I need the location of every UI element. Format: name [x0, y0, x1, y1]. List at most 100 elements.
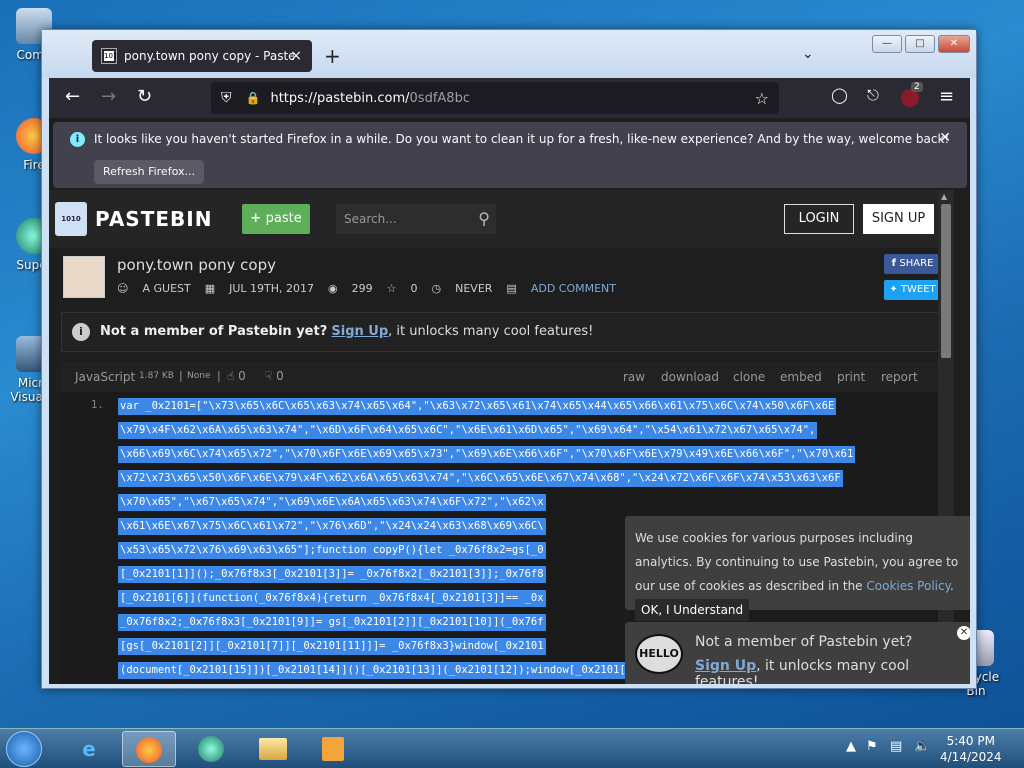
member-rest-text: , it unlocks many cool features! [388, 324, 594, 339]
share-label: SHARE [899, 258, 934, 269]
paste-label: paste [265, 211, 302, 226]
pastebin-favicon-icon: 101 [101, 48, 117, 64]
divider: | [179, 369, 183, 382]
list-tabs-chevron-down-icon[interactable]: ⌄ [802, 46, 814, 62]
new-paste-button[interactable]: + paste [242, 204, 310, 234]
close-tab-icon[interactable]: × [290, 48, 302, 64]
raw-link[interactable]: raw [623, 370, 645, 384]
app-icon [198, 736, 224, 762]
scrollbar-thumb[interactable] [941, 204, 951, 358]
menu-icon[interactable]: ≡ [939, 86, 954, 107]
nav-toolbar: ← → ↻ ⛨ 🔒 https://pastebin.com/0sdfA8bc … [49, 78, 970, 118]
close-window-button[interactable]: ✕ [938, 35, 970, 53]
cookie-text-end: . [949, 579, 954, 593]
facebook-share-button[interactable]: f SHARE [884, 254, 941, 274]
notification-message: It looks like you haven't started Firefo… [94, 132, 950, 146]
paste-author: A GUEST [142, 282, 191, 295]
clone-link[interactable]: clone [733, 370, 765, 384]
media-player-icon [322, 737, 344, 761]
taskbar-app[interactable] [184, 731, 238, 767]
volume-muted-icon[interactable]: 🔈 [914, 739, 930, 754]
action-center-flag-icon[interactable]: ⚑ [866, 739, 878, 754]
divider: | [217, 369, 221, 382]
network-icon[interactable]: ▤ [890, 739, 902, 754]
internet-explorer-icon: e [82, 737, 96, 761]
code-line: \x70\x65","\x67\x65\x74","\x69\x6E\x6A\x… [118, 494, 546, 511]
search-input[interactable]: Search... ⚲ [336, 204, 496, 234]
pastebin-brand[interactable]: PASTEBIN [95, 207, 212, 231]
dislike-count: 0 [276, 369, 284, 383]
pocket-icon[interactable]: ◯ [831, 86, 848, 104]
close-icon[interactable]: ✕ [957, 626, 970, 640]
scroll-up-icon[interactable]: ▲ [941, 192, 947, 201]
add-comment-link[interactable]: ADD COMMENT [531, 282, 616, 295]
code-line: \x72\x73\x65\x50\x6F\x6E\x79\x4F\x62\x6A… [118, 470, 843, 487]
forward-arrow-icon[interactable]: → [101, 86, 116, 107]
star-icon[interactable]: ☆ [387, 282, 397, 295]
refresh-firefox-button[interactable]: Refresh Firefox... [94, 160, 204, 184]
show-hidden-icons-icon[interactable]: ▲ [846, 739, 856, 754]
clock[interactable]: 5:40 PM 4/14/2024 [940, 733, 1002, 765]
comment-icon: ▤ [506, 282, 517, 295]
code-line: [_0x2101[1]]();_0x76f8x3[_0x2101[3]]= _0… [118, 566, 546, 583]
code-line: [_0x2101[6]](function(_0x76f8x4){return … [118, 590, 546, 607]
tab-title: pony.town pony copy - Pastebin [124, 49, 294, 63]
like-count: 0 [238, 369, 246, 383]
cookies-policy-link[interactable]: Cookies Policy [866, 579, 950, 593]
extensions-icon[interactable]: ⎋ [867, 86, 879, 104]
page-content: i It looks like you haven't started Fire… [49, 118, 970, 684]
hello-bubble-icon: HELLO [635, 634, 683, 674]
maximize-button[interactable]: □ [905, 35, 935, 53]
embed-link[interactable]: embed [780, 370, 822, 384]
start-button[interactable] [6, 731, 42, 767]
firefox-icon [136, 737, 162, 763]
minimize-button[interactable]: — [872, 35, 902, 53]
popup-line-1: Not a member of Pastebin yet? [695, 634, 913, 650]
search-placeholder: Search... [344, 212, 397, 226]
paste-size: 1.87 KB [139, 371, 174, 381]
close-icon[interactable]: ✕ [939, 130, 951, 146]
taskbar-media[interactable] [306, 731, 360, 767]
login-button[interactable]: LOGIN [784, 204, 854, 234]
code-line: var _0x2101=["\x73\x65\x6C\x65\x63\x74\x… [118, 398, 837, 415]
signup-button[interactable]: SIGN UP [863, 204, 934, 234]
dislike-button[interactable]: ☟ 0 [265, 369, 284, 383]
plus-icon: + [250, 211, 266, 226]
tab-pastebin[interactable]: 101 pony.town pony copy - Pastebin × [92, 40, 312, 72]
print-link[interactable]: print [837, 370, 865, 384]
pastebin-logo-icon[interactable]: 1010 [55, 202, 87, 236]
tweet-label: TWEET [900, 284, 936, 295]
taskbar-explorer[interactable] [246, 731, 300, 767]
url-bar[interactable]: ⛨ 🔒 https://pastebin.com/0sdfA8bc ☆ [211, 82, 779, 114]
lock-icon[interactable]: 🔒 [246, 91, 261, 105]
search-icon[interactable]: ⚲ [478, 204, 490, 234]
thumbs-down-icon: ☟ [265, 369, 277, 383]
new-tab-button[interactable]: + [324, 44, 341, 68]
info-icon: i [72, 323, 90, 341]
reload-icon[interactable]: ↻ [137, 86, 152, 107]
taskbar-firefox[interactable] [122, 731, 176, 767]
download-link[interactable]: download [661, 370, 719, 384]
code-line: [gs[_0x2101[2]][_0x2101[7]][_0x2101[11]]… [118, 638, 546, 655]
syntax-language-link[interactable]: JavaScript [75, 370, 135, 384]
url-host: https://pastebin.com/ [270, 90, 410, 106]
popup-signup-link[interactable]: Sign Up [695, 658, 756, 674]
member-popup: HELLO Not a member of Pastebin yet? Sign… [625, 622, 970, 684]
refresh-notification-bar: i It looks like you haven't started Fire… [53, 122, 967, 188]
tweet-button[interactable]: ✦ TWEET [884, 280, 941, 300]
taskbar-ie[interactable]: e [62, 731, 116, 767]
code-line: \x66\x69\x6C\x74\x65\x72","\x70\x6F\x6E\… [118, 446, 856, 463]
cookie-ok-button[interactable]: OK, I Understand [635, 599, 750, 621]
bookmark-star-icon[interactable]: ☆ [755, 89, 769, 108]
eye-icon: ◉ [328, 282, 338, 295]
back-arrow-icon[interactable]: ← [65, 86, 80, 107]
shield-icon[interactable]: ⛨ [221, 90, 232, 106]
like-button[interactable]: ☝ 0 [227, 369, 246, 383]
report-link[interactable]: report [881, 370, 918, 384]
member-banner: i Not a member of Pastebin yet? Sign Up,… [61, 312, 941, 352]
popup-line-2: Sign Up, it unlocks many cool features! [695, 658, 970, 684]
calendar-icon: ▦ [204, 282, 216, 295]
pastebin-header: 1010 PASTEBIN + paste Search... ⚲ LOGIN S… [49, 190, 954, 248]
avatar [63, 256, 105, 298]
signup-link[interactable]: Sign Up [331, 324, 388, 339]
